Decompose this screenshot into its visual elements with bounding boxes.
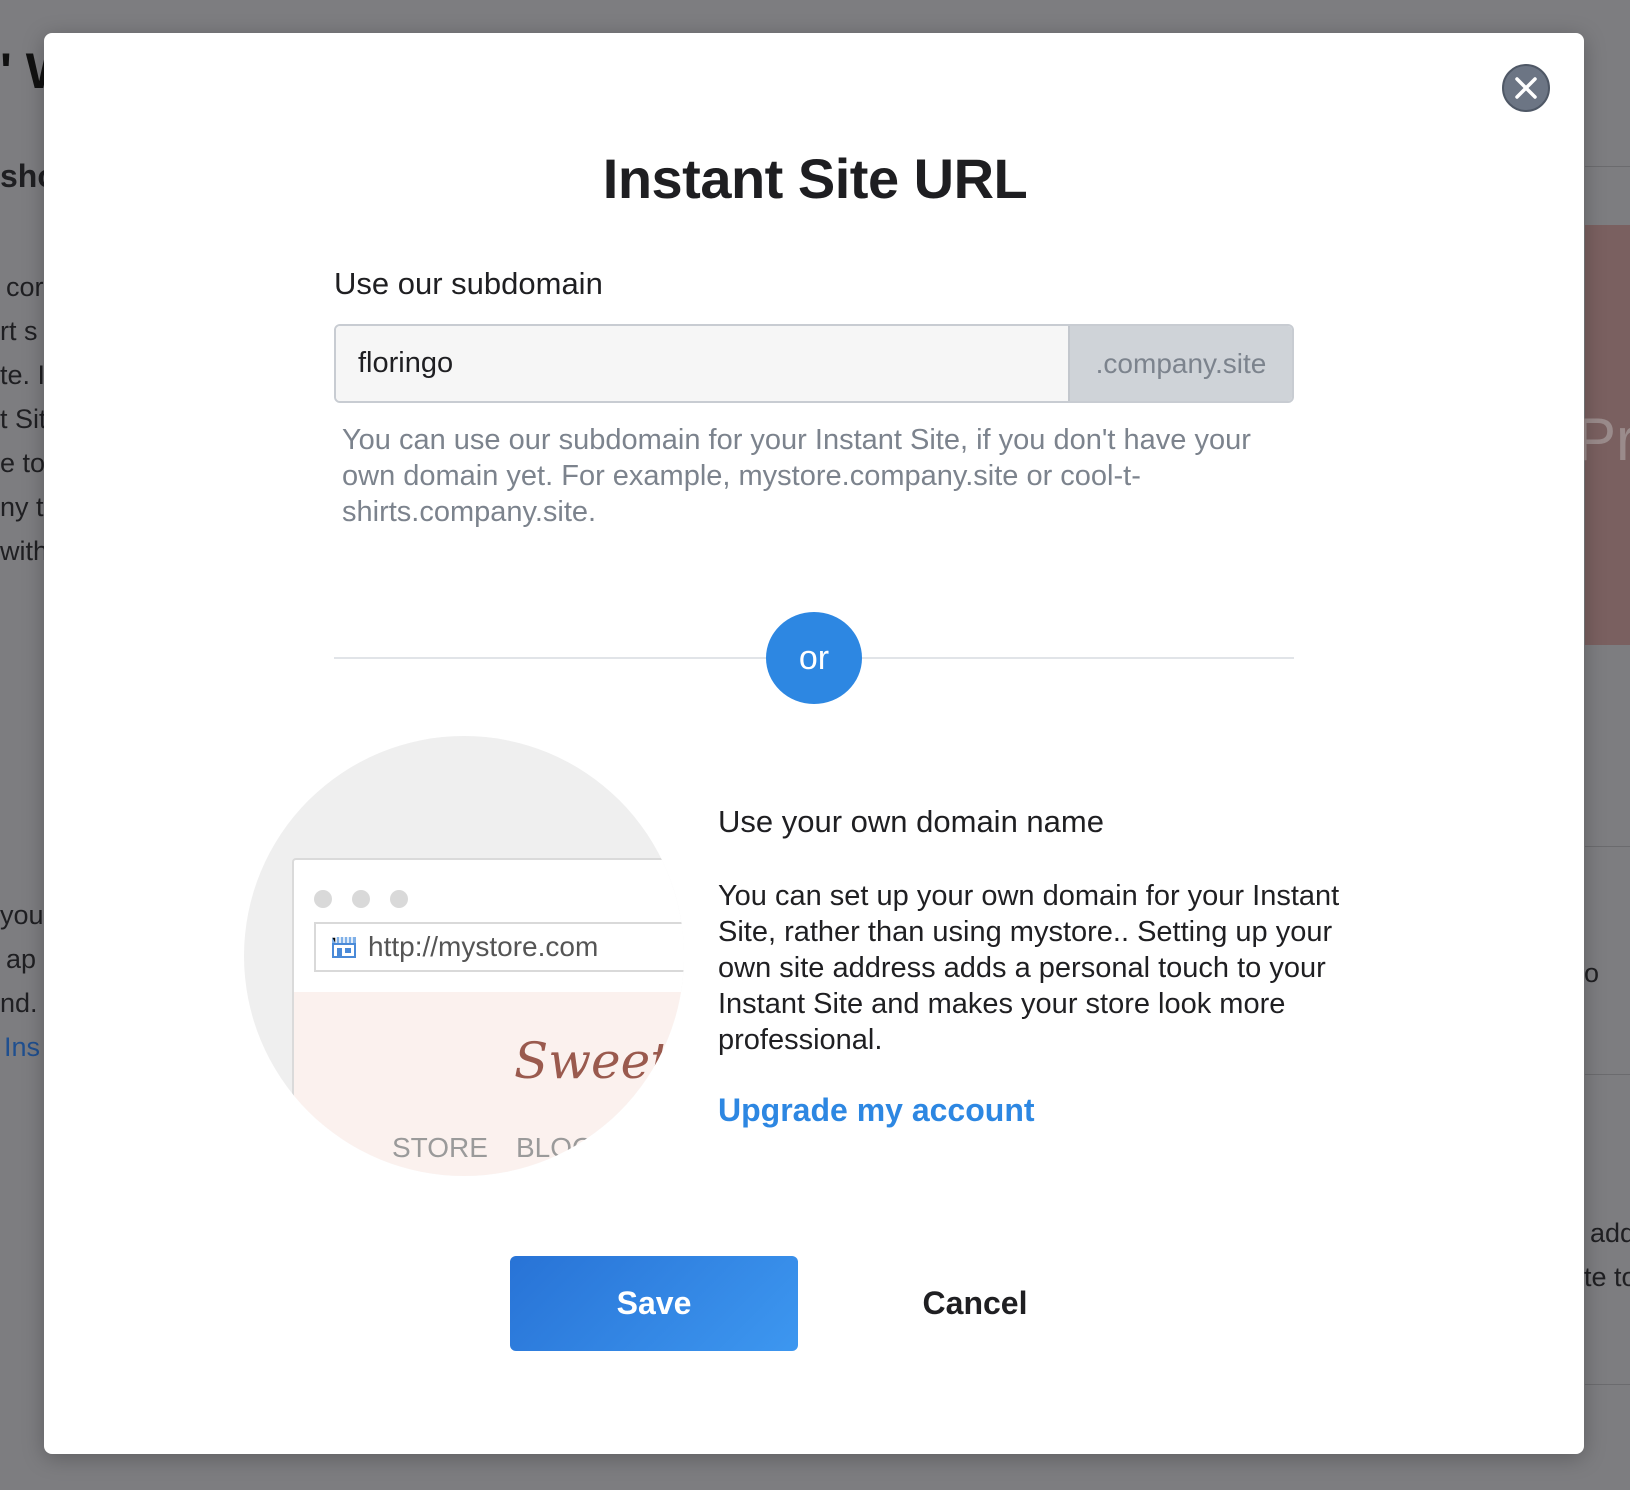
bg-text: e to: [0, 448, 46, 478]
subdomain-label: Use our subdomain: [334, 266, 603, 301]
bg-text: Pr: [1576, 406, 1630, 473]
subdomain-field: .company.site: [334, 324, 1294, 403]
bg-text: t Sit: [0, 404, 47, 434]
cancel-button[interactable]: Cancel: [880, 1256, 1070, 1351]
bg-text: te to: [1584, 1262, 1630, 1292]
custom-domain-illustration: http://mystore.com Sweet STORE BLOG: [244, 736, 684, 1176]
bg-text: ny t: [0, 492, 44, 522]
bg-text: te. I: [0, 360, 46, 390]
bg-text: o: [1584, 958, 1600, 988]
mock-url-bar: http://mystore.com: [314, 922, 684, 972]
bg-text: you: [0, 900, 44, 930]
bg-text: rt s: [0, 316, 38, 346]
instant-site-url-dialog: [44, 33, 1584, 1454]
bg-text: add: [1590, 1218, 1630, 1248]
browser-mockup: http://mystore.com Sweet STORE BLOG: [292, 858, 684, 1176]
subdomain-help-text: You can use our subdomain for your Insta…: [342, 424, 1251, 528]
own-domain-description: You can set up your own domain for your …: [718, 880, 1340, 1056]
mock-site-body: Sweet STORE BLOG: [294, 992, 684, 1176]
bg-text: cor: [6, 272, 44, 302]
bg-text: ap: [6, 944, 37, 974]
subdomain-suffix: .company.site: [1068, 326, 1292, 401]
close-icon: [1515, 77, 1537, 99]
dialog-title: Instant Site URL: [602, 147, 1028, 210]
bg-divider: [1585, 846, 1630, 847]
window-dot: [352, 890, 370, 908]
subdomain-input[interactable]: [336, 326, 1068, 401]
upgrade-account-link[interactable]: Upgrade my account: [718, 1092, 1035, 1129]
close-button[interactable]: [1502, 64, 1550, 112]
store-icon: [332, 936, 356, 958]
window-dot: [390, 890, 408, 908]
save-button[interactable]: Save: [510, 1256, 798, 1351]
own-domain-title: Use your own domain name: [718, 804, 1104, 839]
window-dot: [314, 890, 332, 908]
bg-divider: [1585, 1074, 1630, 1075]
mock-nav-blog: BLOG: [516, 1132, 594, 1163]
or-badge: or: [766, 612, 862, 704]
bg-link: Ins: [4, 1032, 41, 1062]
bg-text: with: [0, 536, 49, 566]
mock-site-logo: Sweet: [514, 1032, 671, 1090]
bg-divider: [1585, 1384, 1630, 1385]
mock-url-text: http://mystore.com: [368, 931, 599, 962]
mock-nav-store: STORE: [392, 1132, 488, 1163]
